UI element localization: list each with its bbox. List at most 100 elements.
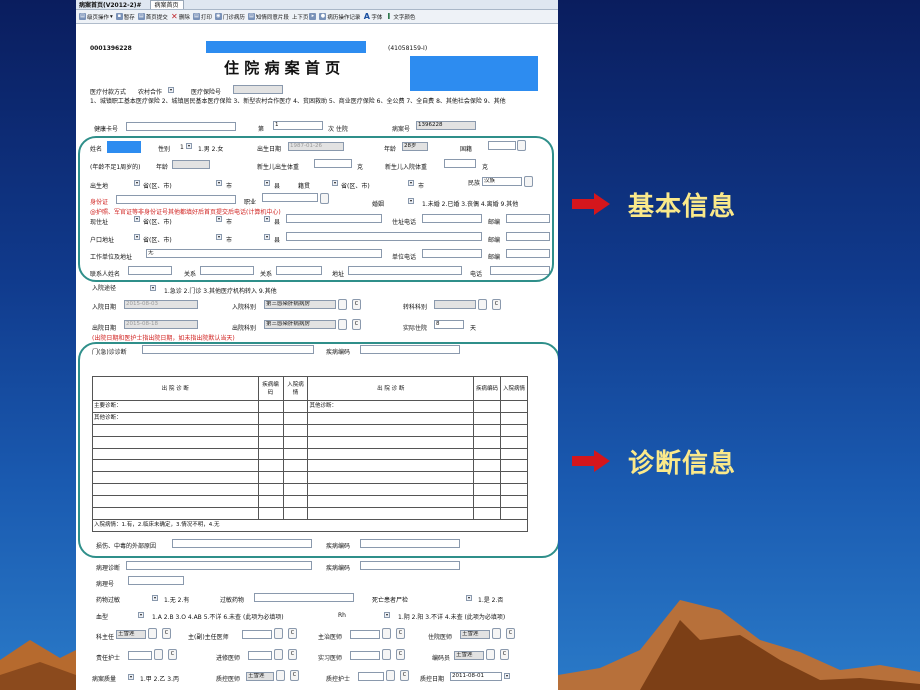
attending-select-button[interactable] [382,628,391,639]
qc-doctor-field[interactable]: 王雪莲 [246,672,274,681]
blood-dropdown[interactable]: ▾ [138,612,144,618]
payment-options: 1、城镇职工基本医疗保险 2、城镇居民基本医疗保险 3、新型农村合作医疗 4、贫… [90,98,506,105]
fellow-label: 进修医师 [216,655,241,662]
out-dept-field[interactable]: 第三感染肝病病房 [264,320,336,329]
qc-nurse-field[interactable] [358,672,384,681]
attending-field[interactable] [350,630,380,639]
coder-field[interactable]: 王雪莲 [454,651,484,660]
resident-select-button[interactable] [492,628,501,639]
pathology-no-field[interactable] [128,576,184,585]
blood-label: 血型 [96,614,109,621]
record-icon: ● [319,13,327,20]
rh-label: Rh [338,612,346,619]
pathology-field[interactable] [126,561,312,570]
save-draft-button[interactable]: ▪ 暂存 [115,13,135,21]
chief-field[interactable] [242,630,272,639]
nurse-select-button[interactable] [154,649,163,660]
route-dropdown[interactable]: ▾ [150,285,156,291]
font-button[interactable]: A 字体 [363,12,383,21]
window-title: 病案首页(V2012-2)# [79,2,142,9]
out-dept-select-button[interactable] [338,319,347,330]
basic-info-highlight [78,136,554,282]
print-icon: ▤ [192,13,200,20]
intern-select-button[interactable] [382,649,391,660]
tab-medical-record[interactable]: 病案首页 [149,0,184,9]
arrow-right-icon [572,193,610,215]
allergy-drug-field[interactable] [254,593,354,602]
transfer-field[interactable] [434,300,476,309]
chief-clear-button[interactable]: C [288,628,297,639]
submit-icon: ▤ [137,13,145,20]
resident-label: 住院医师 [428,634,453,641]
times-field[interactable]: 1 [273,121,323,130]
page-title: 住 院 病 案 首 页 [224,59,341,77]
text-color-button[interactable]: I 文字颜色 [385,13,415,21]
dept-head-clear-button[interactable]: C [162,628,171,639]
out-dept-clear-button[interactable]: C [352,319,361,330]
quality-dropdown[interactable]: ▾ [128,674,134,680]
dept-head-select-button[interactable] [148,628,157,639]
case-no-label: 病案号 [392,126,411,133]
print-button[interactable]: ▤ 打印 [192,13,212,21]
dept-head-label: 科主任 [96,634,115,641]
case-no-field[interactable]: 1396228 [416,121,476,130]
qc-doctor-label: 质控医师 [216,676,241,683]
insurance-field[interactable] [233,85,283,94]
transfer-clear-button[interactable]: C [492,299,501,310]
pager-button[interactable]: 上下页 ▸ [292,13,317,21]
delete-button[interactable]: ✕ 删除 [171,13,190,21]
nurse-field[interactable] [128,651,152,660]
insurance-label: 医疗保险号 [191,89,222,96]
days-field[interactable]: 8 [434,320,464,329]
dept-head-field[interactable]: 王雪莲 [116,630,146,639]
consent-icon: ▤ [247,13,255,20]
qc-doctor-clear-button[interactable]: C [290,670,299,681]
delete-icon: ✕ [170,12,178,21]
fellow-select-button[interactable] [274,649,283,660]
redaction-block [206,41,366,53]
rh-options: 1.阴 2.阳 3.不详 4.未查 (此项为必填项) [398,614,506,621]
in-dept-select-button[interactable] [338,299,347,310]
payment-label: 医疗付款方式 [90,89,127,96]
basic-info-label: 基本信息 [628,192,737,222]
qc-nurse-label: 质控护士 [326,676,351,683]
in-date-field[interactable]: 2015-08-03 [124,300,198,309]
in-dept-field[interactable]: 第三感染肝病病房 [264,300,336,309]
record-log-button[interactable]: ● 病历操作记录 [319,13,360,21]
allergy-dropdown[interactable]: ▾ [152,595,158,601]
out-date-field[interactable]: 2015-08-18 [124,320,198,329]
coder-clear-button[interactable]: C [500,649,509,660]
rh-dropdown[interactable]: ▾ [384,612,390,618]
attending-clear-button[interactable]: C [396,628,405,639]
diagnosis-info-label: 诊断信息 [628,449,737,479]
fellow-clear-button[interactable]: C [288,649,297,660]
page-ops-button[interactable]: ▤ 级页操作 ▾ [79,13,113,21]
redaction-block [410,56,538,91]
pathology-code-field[interactable] [360,561,460,570]
in-dept-clear-button[interactable]: C [352,299,361,310]
qc-date-field[interactable]: 2011-08-01 [450,672,502,681]
intern-field[interactable] [350,651,380,660]
intern-clear-button[interactable]: C [396,649,405,660]
chief-label: 主(副)主任医师 [188,634,229,641]
health-card-field[interactable] [126,122,236,131]
payment-dropdown[interactable]: ▾ [168,87,174,93]
qc-nurse-clear-button[interactable]: C [400,670,409,681]
fellow-field[interactable] [248,651,272,660]
outpatient-record-button[interactable]: ◉ 门诊病历 [214,13,245,21]
outpatient-icon: ◉ [214,13,222,20]
font-icon: A [363,12,370,21]
qc-date-dropdown[interactable]: ▾ [504,673,510,679]
transfer-select-button[interactable] [478,299,487,310]
resident-clear-button[interactable]: C [506,628,515,639]
nurse-clear-button[interactable]: C [168,649,177,660]
qc-doctor-select-button[interactable] [276,670,285,681]
autopsy-dropdown[interactable]: ▾ [466,595,472,601]
pager-icon: ▸ [309,13,317,20]
coder-select-button[interactable] [486,649,495,660]
consent-button[interactable]: ▤ 知情同意片段 [247,13,289,21]
chief-select-button[interactable] [274,628,283,639]
qc-nurse-select-button[interactable] [386,670,395,681]
submit-button[interactable]: ▤ 首页提交 [137,13,168,21]
resident-field[interactable]: 王雪莲 [460,630,490,639]
